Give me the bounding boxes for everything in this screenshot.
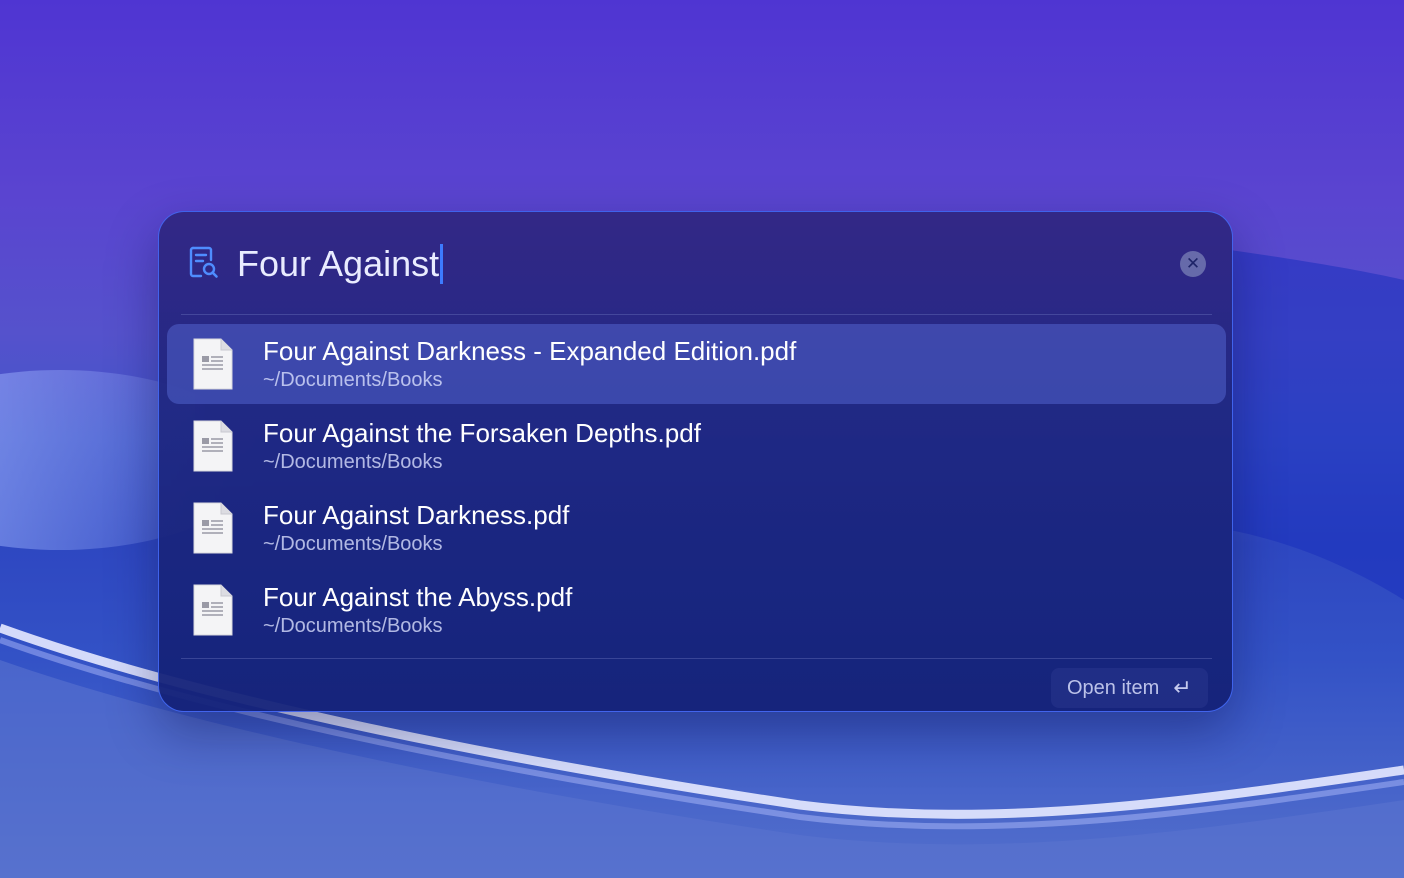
spotlight-panel: Four Against ✕ Four Against Darkness - E… bbox=[158, 211, 1233, 712]
result-title: Four Against Darkness - Expanded Edition… bbox=[263, 336, 797, 366]
document-search-icon bbox=[189, 246, 218, 278]
search-bar: Four Against ✕ bbox=[159, 212, 1232, 316]
return-key-icon: ↵ bbox=[1173, 675, 1192, 700]
search-input[interactable]: Four Against bbox=[237, 242, 444, 286]
result-path: ~/Documents/Books bbox=[263, 451, 443, 473]
close-circle-icon: ✕ bbox=[1185, 254, 1201, 273]
result-path: ~/Documents/Books bbox=[263, 533, 443, 555]
open-item-label: Open item bbox=[1067, 676, 1160, 699]
pdf-file-icon bbox=[193, 338, 233, 390]
divider bbox=[181, 658, 1212, 659]
text-caret bbox=[440, 244, 444, 284]
result-item[interactable]: Four Against the Forsaken Depths.pdf ~/D… bbox=[167, 406, 1226, 486]
search-query-text: Four Against bbox=[237, 243, 440, 284]
result-title: Four Against Darkness.pdf bbox=[263, 500, 570, 530]
clear-search-button[interactable]: ✕ bbox=[1180, 251, 1206, 277]
result-item[interactable]: Four Against the Abyss.pdf ~/Documents/B… bbox=[167, 570, 1226, 650]
pdf-file-icon bbox=[193, 584, 233, 636]
open-item-button[interactable]: Open item ↵ bbox=[1051, 668, 1208, 708]
result-item[interactable]: Four Against Darkness.pdf ~/Documents/Bo… bbox=[167, 488, 1226, 568]
divider bbox=[181, 314, 1212, 315]
result-path: ~/Documents/Books bbox=[263, 615, 443, 637]
pdf-file-icon bbox=[193, 420, 233, 472]
result-item[interactable]: Four Against Darkness - Expanded Edition… bbox=[167, 324, 1226, 404]
results-list: Four Against Darkness - Expanded Edition… bbox=[167, 324, 1226, 652]
result-title: Four Against the Abyss.pdf bbox=[263, 582, 573, 612]
result-path: ~/Documents/Books bbox=[263, 369, 443, 391]
pdf-file-icon bbox=[193, 502, 233, 554]
desktop-wallpaper: Four Against ✕ Four Against Darkness - E… bbox=[0, 0, 1404, 878]
result-title: Four Against the Forsaken Depths.pdf bbox=[263, 418, 701, 448]
